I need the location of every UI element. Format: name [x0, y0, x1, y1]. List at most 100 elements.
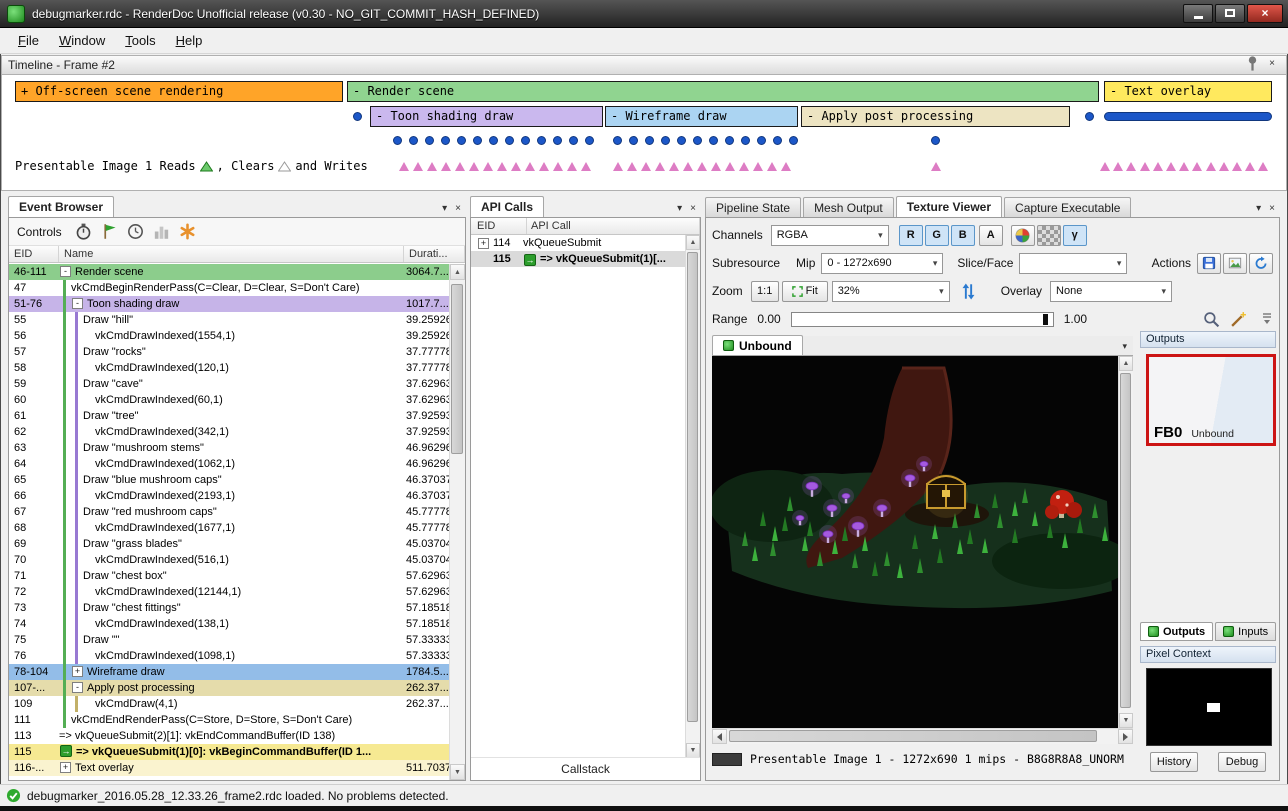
dock-close-icon[interactable]: × [1269, 203, 1275, 214]
usage-triangle[interactable] [641, 162, 651, 171]
minimize-button[interactable] [1183, 4, 1213, 23]
event-dot[interactable] [521, 136, 530, 145]
alpha-channel-button[interactable]: A [979, 225, 1003, 246]
tab-outputs[interactable]: Outputs [1140, 622, 1213, 641]
event-row[interactable]: 78-104+Wireframe draw1784.5... [9, 664, 449, 680]
event-browser-scrollbar[interactable]: ▲ ▼ [449, 264, 465, 780]
tab-event-browser[interactable]: Event Browser [8, 196, 114, 217]
scrollbar-thumb[interactable] [1120, 373, 1131, 708]
tab-texture-viewer[interactable]: Texture Viewer [896, 196, 1002, 217]
overlay-dropdown[interactable]: None▾ [1050, 281, 1172, 302]
usage-triangle[interactable] [753, 162, 763, 171]
usage-triangle[interactable] [553, 162, 563, 171]
scroll-down-icon[interactable]: ▼ [450, 764, 465, 780]
event-row[interactable]: 69Draw "grass blades"45.03704 [9, 536, 449, 552]
event-row[interactable]: 51-76-Toon shading draw1017.7... [9, 296, 449, 312]
usage-triangle[interactable] [697, 162, 707, 171]
history-button[interactable]: History [1150, 752, 1198, 772]
clock-icon[interactable] [127, 223, 144, 240]
flip-y-icon[interactable] [962, 283, 975, 300]
range-slider[interactable] [791, 312, 1054, 327]
bookmark-flag-icon[interactable] [101, 223, 118, 240]
timeline-bar-toon-shading[interactable]: - Toon shading draw [370, 106, 603, 127]
texture-image[interactable] [712, 356, 1118, 728]
usage-triangle[interactable] [511, 162, 521, 171]
usage-triangle[interactable] [483, 162, 493, 171]
event-row[interactable]: 46-111-Render scene3064.7... [9, 264, 449, 280]
pin-icon[interactable] [1244, 55, 1261, 72]
event-row[interactable]: 71Draw "chest box"57.62963 [9, 568, 449, 584]
pixel-context-view[interactable] [1146, 668, 1272, 746]
event-row[interactable]: 72vkCmdDrawIndexed(12144,1)57.62963 [9, 584, 449, 600]
menu-tools[interactable]: Tools [115, 30, 165, 51]
timeline-close-icon[interactable]: × [1269, 58, 1275, 69]
tab-api-calls[interactable]: API Calls [470, 196, 544, 217]
column-eid[interactable]: EID [9, 246, 59, 262]
usage-triangle[interactable] [627, 162, 637, 171]
usage-triangle[interactable] [767, 162, 777, 171]
api-row[interactable]: +114vkQueueSubmit [471, 235, 685, 251]
column-name[interactable]: Name [59, 246, 404, 262]
timeline-bar-render-scene[interactable]: - Render scene [347, 81, 1099, 102]
zoom-dropdown[interactable]: 32%▾ [832, 281, 950, 302]
scroll-up-icon[interactable]: ▲ [450, 264, 465, 280]
usage-triangle[interactable] [427, 162, 437, 171]
time-durations-icon[interactable] [75, 223, 92, 240]
event-dot[interactable] [661, 136, 670, 145]
event-dot[interactable] [709, 136, 718, 145]
red-channel-button[interactable]: R [899, 225, 923, 246]
event-dot[interactable] [473, 136, 482, 145]
event-dot[interactable] [789, 136, 798, 145]
event-row[interactable]: 76vkCmdDrawIndexed(1098,1)57.33333 [9, 648, 449, 664]
zoom-1-1-button[interactable]: 1:1 [751, 281, 779, 302]
event-dot[interactable] [773, 136, 782, 145]
usage-triangle[interactable] [1140, 162, 1150, 171]
event-dot[interactable] [505, 136, 514, 145]
event-row[interactable]: 61Draw "tree"37.92593 [9, 408, 449, 424]
usage-triangle[interactable] [567, 162, 577, 171]
fit-button[interactable]: Fit [782, 281, 828, 302]
usage-triangle[interactable] [1166, 162, 1176, 171]
timeline-events-line[interactable] [1104, 112, 1272, 121]
scroll-up-icon[interactable]: ▲ [686, 235, 700, 250]
scroll-right-icon[interactable] [1118, 729, 1133, 744]
usage-triangle[interactable] [497, 162, 507, 171]
dock-close-icon[interactable]: × [690, 203, 696, 214]
event-row[interactable]: 47vkCmdBeginRenderPass(C=Clear, D=Clear,… [9, 280, 449, 296]
event-row[interactable]: 60vkCmdDrawIndexed(60,1)37.62963 [9, 392, 449, 408]
event-row[interactable]: 57Draw "rocks"37.77778 [9, 344, 449, 360]
usage-triangle[interactable] [711, 162, 721, 171]
refresh-button[interactable] [1249, 253, 1273, 274]
event-dot[interactable] [441, 136, 450, 145]
scroll-left-icon[interactable] [712, 729, 727, 744]
event-row[interactable]: 73Draw "chest fittings"57.18518 [9, 600, 449, 616]
scroll-down-icon[interactable]: ▼ [1119, 713, 1133, 728]
column-eid[interactable]: EID [471, 218, 527, 234]
save-texture-button[interactable] [1197, 253, 1221, 274]
event-row[interactable]: 68vkCmdDrawIndexed(1677,1)45.77778 [9, 520, 449, 536]
slice-face-dropdown[interactable]: ▾ [1019, 253, 1127, 274]
gamma-button[interactable]: γ [1063, 225, 1087, 246]
color-wheel-button[interactable] [1011, 225, 1035, 246]
toolbar-overflow-icon[interactable] [1261, 312, 1273, 326]
usage-triangle[interactable] [1206, 162, 1216, 171]
api-row[interactable]: 115→=> vkQueueSubmit(1)[... [471, 251, 685, 267]
event-dot[interactable] [645, 136, 654, 145]
magic-wand-icon[interactable] [1230, 311, 1247, 328]
usage-triangle[interactable] [613, 162, 623, 171]
usage-triangle[interactable] [683, 162, 693, 171]
api-calls-scrollbar[interactable]: ▲ ▼ [685, 235, 700, 758]
event-dot[interactable] [725, 136, 734, 145]
tab-inputs[interactable]: Inputs [1215, 622, 1276, 641]
usage-triangle[interactable] [1153, 162, 1163, 171]
event-dot[interactable] [585, 136, 594, 145]
event-dot[interactable] [757, 136, 766, 145]
mip-dropdown[interactable]: 0 - 1272x690▾ [821, 253, 943, 274]
callstack-label[interactable]: Callstack [471, 757, 700, 776]
event-row[interactable]: 70vkCmdDrawIndexed(516,1)45.03704 [9, 552, 449, 568]
dock-menu-icon[interactable]: ▾ [677, 203, 682, 214]
blue-channel-button[interactable]: B [951, 225, 975, 246]
timeline-bar-offscreen[interactable]: + Off-screen scene rendering [15, 81, 343, 102]
event-dot[interactable] [393, 136, 402, 145]
fb0-thumbnail[interactable]: FB0 Unbound [1146, 354, 1276, 446]
